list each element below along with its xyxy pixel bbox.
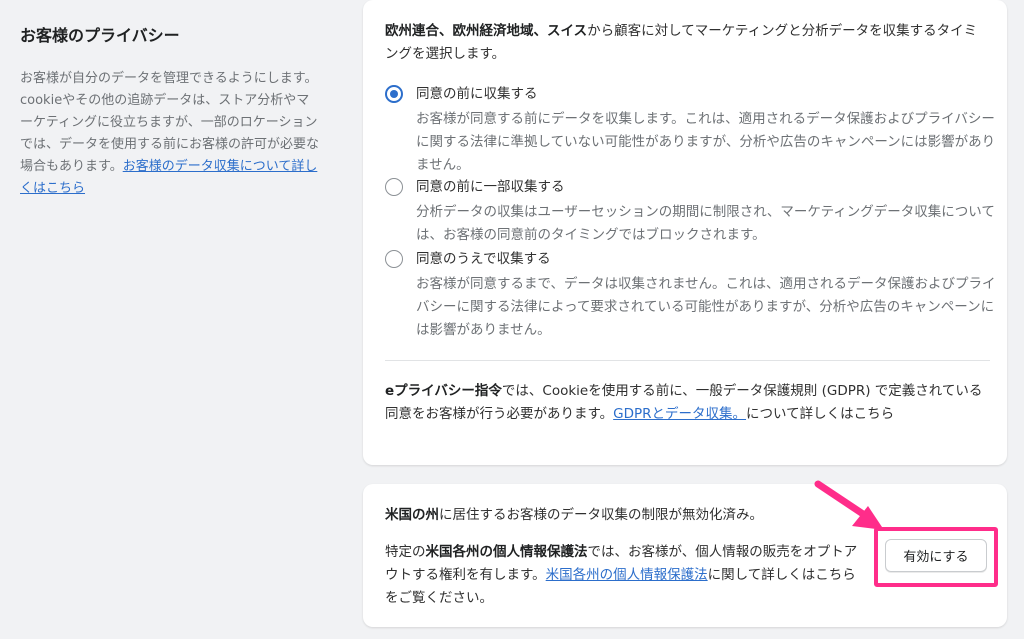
radio-unselected-icon[interactable] bbox=[385, 178, 403, 196]
us-law-description: 特定の米国各州の個人情報保護法では、お客様が、個人情報の販売をオプトアウトする権… bbox=[385, 541, 865, 610]
eu-regions-label: 欧州連合、欧州経済地域、スイス bbox=[385, 23, 588, 39]
option-label[interactable]: 同意のうえで収集する bbox=[416, 248, 551, 270]
us-law-label: 米国各州の個人情報保護法 bbox=[425, 544, 588, 560]
divider bbox=[385, 360, 990, 361]
eprivacy-tail: について詳しくはこちら bbox=[746, 406, 895, 422]
eu-data-collection-card: 欧州連合、欧州経済地域、スイスから顧客に対してマーケティングと分析データを収集す… bbox=[363, 0, 1007, 465]
section-description: お客様が自分のデータを管理できるようにします。cookieやその他の追跡データは… bbox=[20, 68, 320, 200]
radio-selected-icon[interactable] bbox=[385, 85, 403, 103]
eprivacy-label: eプライバシー指令 bbox=[385, 383, 502, 399]
us-state-status: 米国の州に居住するお客様のデータ収集の制限が無効化済み。 bbox=[385, 504, 885, 527]
us-state-label: 米国の州 bbox=[385, 507, 439, 523]
enable-button[interactable]: 有効にする bbox=[885, 539, 987, 572]
section-title: お客様のプライバシー bbox=[20, 26, 180, 45]
privacy-section-info: お客様のプライバシー お客様が自分のデータを管理できるようにします。cookie… bbox=[20, 22, 320, 200]
us-state-status-text: に居住するお客様のデータ収集の制限が無効化済み。 bbox=[439, 507, 763, 523]
eprivacy-notice: eプライバシー指令では、Cookieを使用する前に、一般データ保護規則 (GDP… bbox=[385, 380, 990, 426]
us-law-prefix: 特定の bbox=[385, 544, 426, 560]
option-description: 分析データの収集はユーザーセッションの期間に制限され、マーケティングデータ収集に… bbox=[416, 204, 995, 243]
option-description: お客様が同意する前にデータを収集します。これは、適用されるデータ保護およびプライ… bbox=[416, 111, 996, 173]
option-label[interactable]: 同意の前に収集する bbox=[416, 83, 538, 105]
eu-intro-text: 欧州連合、欧州経済地域、スイスから顧客に対してマーケティングと分析データを収集す… bbox=[385, 20, 990, 66]
radio-unselected-icon[interactable] bbox=[385, 250, 403, 268]
option-description: お客様が同意するまで、データは収集されません。これは、適用されるデータ保護および… bbox=[416, 276, 996, 338]
gdpr-link[interactable]: GDPRとデータ収集。 bbox=[613, 406, 746, 422]
us-privacy-law-link[interactable]: 米国各州の個人情報保護法 bbox=[546, 567, 708, 583]
option-label[interactable]: 同意の前に一部収集する bbox=[416, 176, 565, 198]
